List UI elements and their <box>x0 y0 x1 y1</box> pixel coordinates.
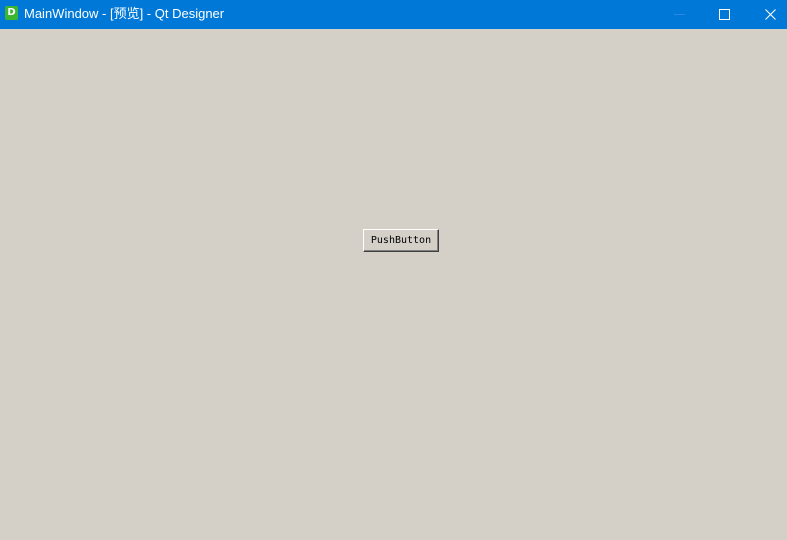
push-button[interactable]: PushButton <box>363 229 439 252</box>
qt-designer-app-icon[interactable]: D <box>5 6 18 20</box>
close-icon <box>765 9 776 20</box>
maximize-icon <box>719 9 730 20</box>
window-title: MainWindow - [预览] - Qt Designer <box>24 6 225 21</box>
close-button[interactable] <box>748 0 787 29</box>
title-bar[interactable]: D MainWindow - [预览] - Qt Designer <box>0 0 787 29</box>
maximize-button[interactable] <box>702 0 748 29</box>
minimize-icon <box>674 14 685 15</box>
minimize-button[interactable] <box>657 0 703 29</box>
central-widget: PushButton <box>0 29 787 540</box>
main-window: D MainWindow - [预览] - Qt Designer PushBu… <box>0 0 787 540</box>
